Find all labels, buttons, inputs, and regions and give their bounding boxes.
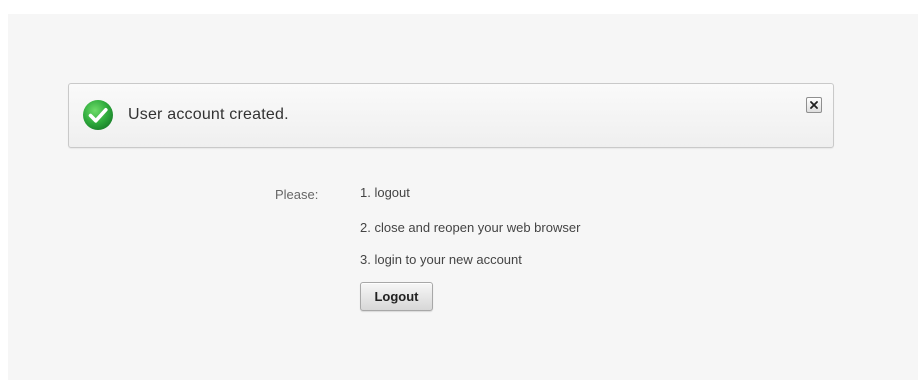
- instructions-label: Please:: [275, 187, 319, 202]
- alert-message: User account created.: [128, 106, 289, 123]
- logout-button[interactable]: Logout: [360, 282, 433, 311]
- instruction-step-1: 1. logout: [360, 185, 410, 200]
- success-alert: User account created.: [68, 83, 834, 148]
- instruction-step-3: 3. login to your new account: [360, 252, 522, 267]
- checkmark-circle-icon: [82, 99, 114, 131]
- close-x-icon: [810, 101, 818, 109]
- close-alert-button[interactable]: [806, 97, 822, 113]
- instruction-step-2: 2. close and reopen your web browser: [360, 220, 581, 235]
- page-content: User account created. Please: 1. logout …: [8, 14, 918, 380]
